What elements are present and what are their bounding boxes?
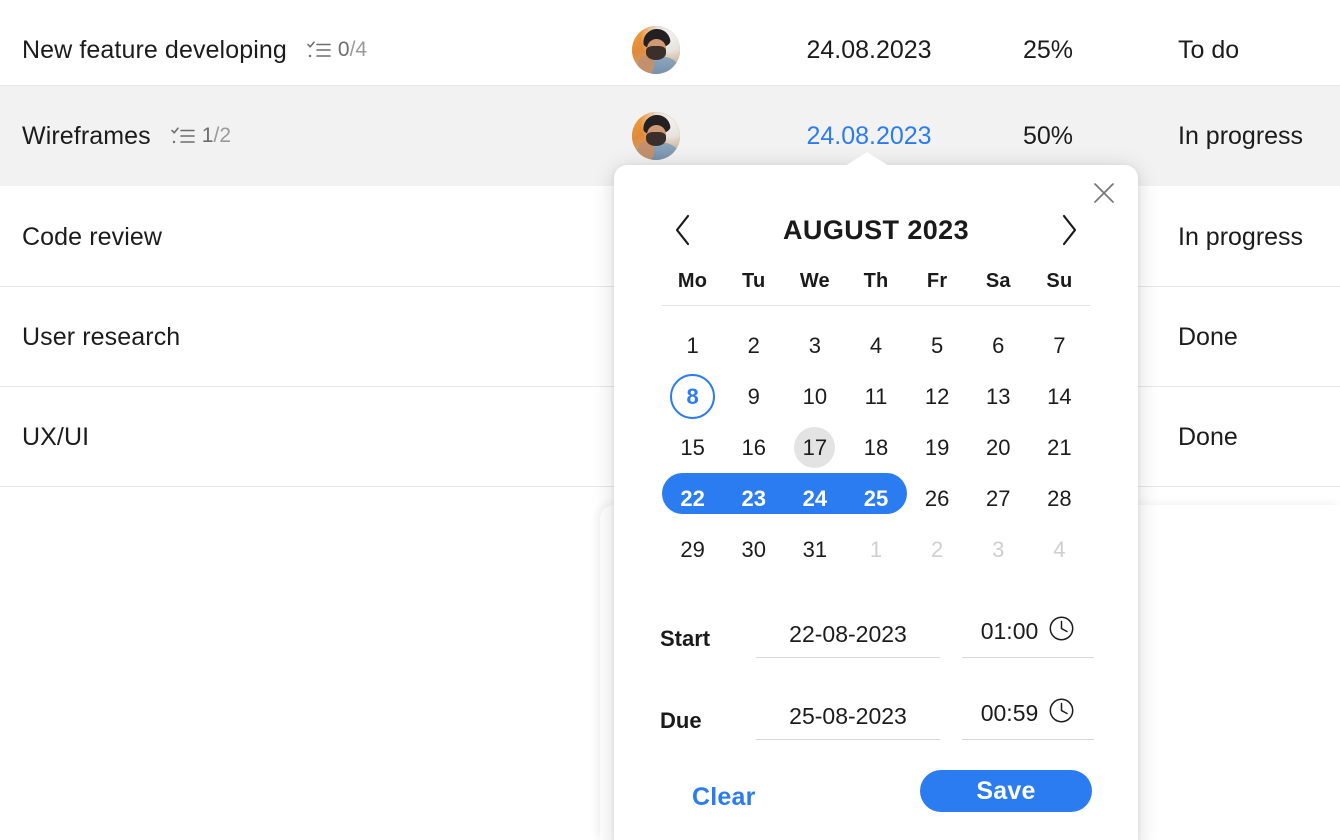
checklist-count: 1/2 <box>201 124 232 147</box>
task-date[interactable]: 24.08.2023 <box>760 122 978 151</box>
calendar-day[interactable]: 5 <box>907 320 968 371</box>
calendar-day[interactable]: 26 <box>907 473 968 524</box>
weekday-label: Mo <box>677 270 708 292</box>
close-icon[interactable] <box>1084 173 1124 213</box>
calendar-header: AUGUST 2023 <box>614 209 1138 251</box>
calendar-day[interactable]: 9 <box>723 371 784 422</box>
weekday-label: Th <box>863 270 889 292</box>
due-field-row: Due 25-08-2023 00:59 <box>660 697 1100 740</box>
calendar-divider <box>662 305 1090 306</box>
weekday-label: Su <box>1046 270 1073 292</box>
calendar-day[interactable]: 10 <box>784 371 845 422</box>
calendar-day[interactable]: 4 <box>845 320 906 371</box>
calendar-day[interactable]: 29 <box>662 524 723 575</box>
task-progress[interactable]: 25% <box>978 36 1118 65</box>
weekday-label: Fr <box>926 270 948 292</box>
clock-icon[interactable] <box>1048 697 1075 730</box>
task-name-cell[interactable]: Wireframes 1/2 <box>22 122 231 151</box>
start-time-value: 01:00 <box>980 618 1039 644</box>
chevron-left-icon[interactable] <box>666 209 700 251</box>
status-badge[interactable]: Done <box>1178 423 1238 452</box>
checklist-icon <box>170 126 195 146</box>
status-badge[interactable]: In progress <box>1178 122 1303 151</box>
avatar[interactable] <box>632 112 680 160</box>
calendar-month-label: AUGUST 2023 <box>783 214 969 245</box>
calendar-day[interactable]: 18 <box>845 422 906 473</box>
status-badge[interactable]: In progress <box>1178 223 1303 252</box>
calendar-day-selected[interactable]: 22 <box>662 473 723 524</box>
checklist-badge: 0/4 <box>307 38 367 62</box>
calendar-day-outside[interactable]: 4 <box>1029 524 1090 575</box>
calendar-day-selected[interactable]: 24 <box>784 473 845 524</box>
calendar-day[interactable]: 6 <box>968 320 1029 371</box>
calendar-day[interactable]: 30 <box>723 524 784 575</box>
clear-button[interactable]: Clear <box>692 783 756 812</box>
calendar-day-hovered[interactable]: 17 <box>784 422 845 473</box>
calendar-day[interactable]: 27 <box>968 473 1029 524</box>
date-picker-popup: AUGUST 2023 Mo Tu We Th Fr Sa Su 1 2 3 4… <box>614 152 1138 840</box>
popup-pointer <box>845 152 889 166</box>
due-time-value: 00:59 <box>980 700 1039 726</box>
start-date-input[interactable]: 22-08-2023 <box>756 621 940 658</box>
calendar-day-selected[interactable]: 23 <box>723 473 784 524</box>
calendar-day[interactable]: 20 <box>968 422 1029 473</box>
chevron-right-icon[interactable] <box>1052 209 1086 251</box>
calendar-day[interactable]: 11 <box>845 371 906 422</box>
task-title: New feature developing <box>22 35 287 64</box>
weekday-label: Sa <box>985 270 1011 292</box>
start-time-input[interactable]: 01:00 <box>962 615 1094 658</box>
calendar-day[interactable]: 19 <box>907 422 968 473</box>
calendar-day-today[interactable]: 8 <box>662 371 723 422</box>
app-root: New feature developing 0/4 24.08.2023 25… <box>0 0 1340 840</box>
start-label: Start <box>660 626 711 651</box>
checklist-count: 0/4 <box>337 38 368 61</box>
calendar-day[interactable]: 1 <box>662 320 723 371</box>
calendar-day[interactable]: 13 <box>968 371 1029 422</box>
calendar-day[interactable]: 16 <box>723 422 784 473</box>
task-title: UX/UI <box>22 422 90 451</box>
calendar-day[interactable]: 2 <box>723 320 784 371</box>
calendar-grid: 1 2 3 4 5 6 7 8 9 10 11 12 13 14 15 16 1… <box>662 320 1090 575</box>
weekday-label: Tu <box>742 270 766 292</box>
task-name-cell[interactable]: User research <box>22 323 180 352</box>
calendar-weekday-header: Mo Tu We Th Fr Sa Su <box>662 270 1090 293</box>
save-button[interactable]: Save <box>920 770 1092 812</box>
calendar-day-selected[interactable]: 25 <box>845 473 906 524</box>
task-title: Code review <box>22 222 163 251</box>
task-name-cell[interactable]: UX/UI <box>22 423 89 452</box>
calendar-day[interactable]: 15 <box>662 422 723 473</box>
task-title: User research <box>22 322 181 351</box>
calendar-day[interactable]: 7 <box>1029 320 1090 371</box>
calendar-day[interactable]: 31 <box>784 524 845 575</box>
weekday-label: We <box>799 270 830 292</box>
start-field-row: Start 22-08-2023 01:00 <box>660 615 1100 658</box>
due-date-input[interactable]: 25-08-2023 <box>756 703 940 740</box>
status-badge[interactable]: To do <box>1178 36 1239 65</box>
due-label: Due <box>660 708 702 733</box>
calendar-day-outside[interactable]: 2 <box>907 524 968 575</box>
status-badge[interactable]: Done <box>1178 323 1238 352</box>
calendar-day[interactable]: 28 <box>1029 473 1090 524</box>
calendar-day[interactable]: 21 <box>1029 422 1090 473</box>
task-title: Wireframes <box>22 121 151 150</box>
avatar[interactable] <box>632 26 680 74</box>
task-progress[interactable]: 50% <box>978 122 1118 151</box>
checklist-badge: 1/2 <box>170 124 232 148</box>
task-name-cell[interactable]: New feature developing 0/4 <box>22 36 367 65</box>
task-name-cell[interactable]: Code review <box>22 223 162 252</box>
checklist-icon <box>307 40 331 60</box>
calendar-day-outside[interactable]: 3 <box>968 524 1029 575</box>
calendar-day-outside[interactable]: 1 <box>845 524 906 575</box>
clock-icon[interactable] <box>1048 615 1075 648</box>
calendar-day[interactable]: 3 <box>784 320 845 371</box>
calendar-day[interactable]: 12 <box>907 371 968 422</box>
task-date[interactable]: 24.08.2023 <box>760 36 978 65</box>
calendar-day[interactable]: 14 <box>1029 371 1090 422</box>
due-time-input[interactable]: 00:59 <box>962 697 1094 740</box>
